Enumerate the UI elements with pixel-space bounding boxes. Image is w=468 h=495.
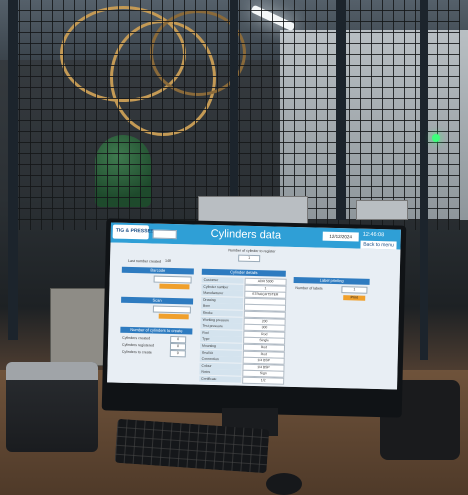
form-body: Number of cylinder to register 1 Last nu…	[107, 242, 401, 390]
scan-input[interactable]	[152, 305, 191, 314]
barcode-action-button[interactable]	[159, 283, 190, 290]
cage-post	[336, 0, 346, 220]
top-small-button[interactable]	[152, 229, 177, 240]
cage-post	[8, 0, 18, 340]
to-create-value: 0	[169, 349, 186, 358]
registered-label: Cylinders registered	[121, 342, 155, 348]
last-number-label: Last number created	[128, 258, 162, 264]
labels-count-label: Number of labels	[295, 286, 323, 291]
cylinders-to-create-header: Number of cylinders to create	[120, 326, 193, 335]
to-create-label: Cylinders to create	[121, 349, 152, 355]
last-number-value: 148	[165, 258, 172, 263]
scan-header: Scan	[121, 296, 194, 305]
barcode-input[interactable]	[153, 275, 192, 284]
cage-post	[420, 0, 428, 360]
monitor-screen: TIG & PRESSES Cylinders data 12/12/2024 …	[107, 222, 401, 390]
cylinder-count-label: Number of cylinder to register	[228, 248, 276, 254]
date-field: 12/12/2024	[322, 231, 359, 242]
control-box	[50, 288, 108, 366]
power-socket	[356, 200, 408, 220]
page-title: Cylinders data	[210, 227, 282, 242]
label-printing-header: Label printing	[293, 276, 370, 285]
mouse	[266, 473, 302, 495]
clock: 12:46:08	[362, 231, 385, 239]
cylinder-count-input[interactable]: 1	[238, 254, 261, 263]
scan-action-button[interactable]	[158, 313, 189, 320]
logo-text: TIG & PRESSES	[115, 227, 155, 235]
detail-label: Certificate	[199, 375, 242, 383]
cage-post	[230, 0, 238, 210]
label-printer-lid	[6, 362, 98, 380]
labels-count-input[interactable]: 1	[341, 286, 368, 294]
barcode-header: Barcode	[121, 266, 194, 275]
print-button[interactable]: Print	[343, 295, 366, 301]
photo-scene: TIG & PRESSES Cylinders data 12/12/2024 …	[0, 0, 468, 495]
created-label: Cylinders created	[122, 335, 151, 341]
detail-value[interactable]: 1/2	[242, 376, 285, 385]
green-indicator-light	[432, 134, 440, 142]
company-logo: TIG & PRESSES	[112, 224, 154, 240]
